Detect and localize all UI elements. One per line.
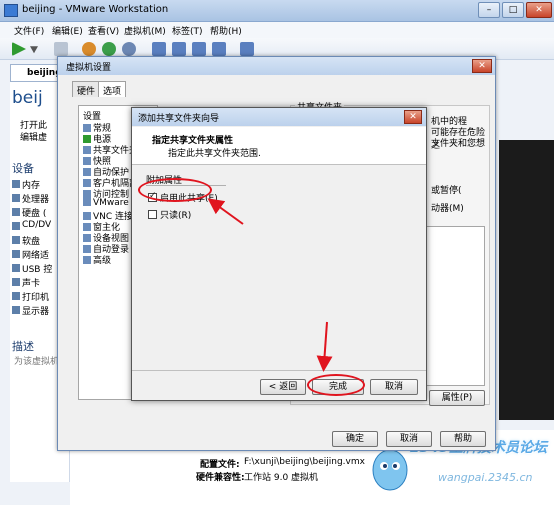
annotation-arrows	[207, 198, 333, 372]
